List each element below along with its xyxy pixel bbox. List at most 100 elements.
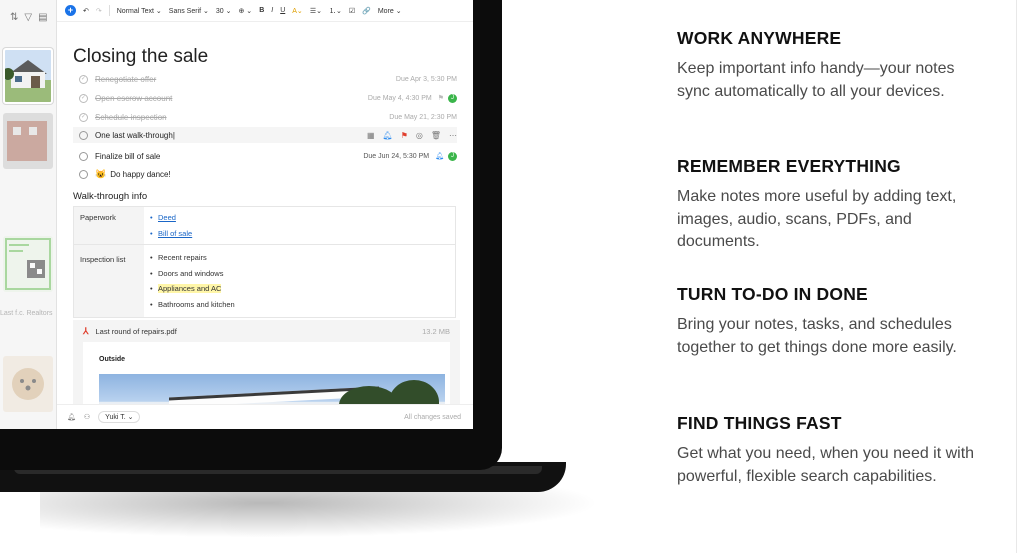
task-item[interactable]: Finalize bill of sale Due Jun 24, 5:30 P… (79, 148, 457, 164)
laptop-shadow (40, 488, 600, 538)
feature-title: FIND THINGS FAST (677, 413, 842, 433)
feature-body: Bring your notes, tasks, and schedules t… (677, 316, 957, 356)
undo-icon[interactable]: ↶ (83, 7, 89, 15)
note-thumbnail-building[interactable] (3, 113, 53, 169)
due-date-icon[interactable]: ▦ (367, 131, 375, 140)
feature-item: TURN TO-DO IN DONE Bring your notes, tas… (677, 284, 977, 359)
building-photo-icon (3, 113, 53, 169)
assignee-avatar[interactable]: J (448, 151, 457, 161)
task-text[interactable]: Do happy dance! (110, 170, 171, 179)
task-checkbox[interactable]: ✓ (79, 93, 88, 103)
dog-photo-icon (3, 356, 53, 412)
editor-toolbar: + ↶ ↷ Normal Text ⌄ Sans Serif ⌄ 30 ⌄ ⊕ … (57, 0, 473, 22)
task-item[interactable]: ✓ Open escrow account Due May 4, 4:30 PM… (79, 90, 457, 106)
task-text[interactable]: One last walk-through (95, 131, 173, 140)
task-due-date: Due May 4, 4:30 PM (367, 94, 432, 102)
laptop-screen: ⇅ ▽ ▤ Last f.c. Realtors + ↶ ↷ Normal Te… (0, 0, 473, 429)
attachment-header: ⅄ Last round of repairs.pdf 13.2 MB (73, 320, 460, 343)
task-due-date: Due Jun 24, 5:30 PM (363, 152, 430, 160)
task-checkbox[interactable] (79, 130, 88, 140)
list-item-highlighted: Appliances and AC (150, 281, 235, 297)
task-item[interactable]: ✓ Renegotiate offer Due Apr 3, 5:30 PM (79, 71, 457, 87)
redo-icon[interactable]: ↷ (96, 7, 102, 15)
table-row: Paperwork Deed Bill of sale (74, 207, 455, 244)
bill-of-sale-link[interactable]: Bill of sale (150, 226, 192, 242)
bullet-list-icon[interactable]: ☰⌄ (310, 7, 322, 15)
task-due-date: Due May 21, 2:30 PM (389, 113, 457, 121)
checklist-icon[interactable]: ☑ (349, 7, 355, 15)
feature-item: REMEMBER EVERYTHING Make notes more usef… (677, 156, 977, 254)
feature-body: Get what you need, when you need it with… (677, 445, 975, 485)
more-dropdown[interactable]: More ⌄ (378, 7, 402, 15)
task-text[interactable]: Schedule inspection (95, 113, 167, 122)
task-due-date: Due Apr 3, 5:30 PM (395, 75, 457, 83)
font-size-dropdown[interactable]: 30 ⌄ (216, 7, 232, 15)
pdf-page-caption: Outside (99, 356, 126, 363)
table-row-key: Paperwork (74, 207, 144, 244)
list-item: Bathrooms and kitchen (150, 297, 235, 313)
text-cursor: | (172, 130, 175, 140)
task-checkbox[interactable]: ✓ (79, 112, 88, 122)
task-item[interactable]: 😺 Do happy dance! (79, 166, 457, 182)
table-row-key: Inspection list (74, 245, 144, 317)
attachment-size: 13.2 MB (422, 327, 450, 336)
sidebar-note-caption: Last f.c. Realtors (0, 310, 53, 317)
flag-icon[interactable]: ⚑ (401, 131, 408, 140)
list-item: Doors and windows (150, 266, 235, 282)
task-text[interactable]: Finalize bill of sale (95, 152, 160, 161)
attachment-name[interactable]: Last round of repairs.pdf (96, 327, 177, 336)
sort-icon[interactable]: ⇅ (10, 12, 18, 23)
user-chip[interactable]: Yuki T. ⌄ (98, 411, 141, 423)
text-style-dropdown[interactable]: Normal Text ⌄ (117, 7, 162, 15)
delete-icon[interactable]: 🗑︎ (431, 131, 441, 140)
pdf-attachment[interactable]: ⅄ Last round of repairs.pdf 13.2 MB Outs… (73, 320, 460, 404)
view-options-icon[interactable]: ▤ (38, 12, 47, 23)
task-checkbox[interactable] (79, 151, 88, 161)
insert-menu-icon[interactable]: ⊕ ⌄ (239, 7, 253, 15)
qr-ticket-icon (3, 236, 53, 292)
house-photo-icon (5, 50, 51, 102)
feature-item: FIND THINGS FAST Get what you need, when… (677, 413, 977, 488)
reminder-bell-icon[interactable]: 🔔︎ (383, 131, 393, 140)
link-icon[interactable]: 🔗 (362, 7, 371, 15)
section-heading: Walk-through info (73, 191, 148, 202)
note-thumbnail-dog[interactable] (3, 356, 53, 412)
assignee-avatar[interactable]: J (448, 93, 457, 103)
task-text[interactable]: Renegotiate offer (95, 75, 156, 84)
italic-button[interactable]: I (271, 7, 273, 14)
reminder-bell-icon[interactable]: 🔔︎ (435, 152, 444, 160)
note-thumbnail-house[interactable] (3, 48, 53, 104)
pdf-preview[interactable]: Outside (83, 342, 450, 404)
task-item-active[interactable]: One last walk-through | ▦ 🔔︎ ⚑ ◎ 🗑︎ ⋯ (73, 127, 457, 143)
task-item[interactable]: ✓ Schedule inspection Due May 21, 2:30 P… (79, 109, 457, 125)
task-checkbox[interactable]: ✓ (79, 74, 88, 84)
feature-body: Make notes more useful by adding text, i… (677, 188, 957, 250)
task-text[interactable]: Open escrow account (95, 94, 172, 103)
assign-icon[interactable]: ◎ (416, 131, 423, 140)
house-exterior-photo (99, 374, 445, 404)
note-title[interactable]: Closing the sale (73, 46, 208, 68)
sidebar-toolbar: ⇅ ▽ ▤ (0, 0, 56, 23)
reminder-icon[interactable]: 🔔︎ (67, 413, 76, 421)
note-thumbnail-ticket[interactable] (3, 236, 53, 292)
highlighted-text: Appliances and AC (158, 284, 222, 293)
cat-emoji-icon: 😺 (95, 168, 107, 179)
insert-plus-icon[interactable]: + (65, 5, 76, 16)
share-icon[interactable]: ⚇ (84, 413, 90, 421)
deed-link[interactable]: Deed (150, 210, 192, 226)
filter-icon[interactable]: ▽ (24, 12, 32, 23)
more-options-icon[interactable]: ⋯ (449, 131, 457, 140)
pdf-icon: ⅄ (83, 326, 89, 336)
font-dropdown[interactable]: Sans Serif ⌄ (169, 7, 209, 15)
feature-title: WORK ANYWHERE (677, 28, 842, 48)
note-footer: 🔔︎ ⚇ Yuki T. ⌄ All changes saved (57, 404, 473, 429)
bold-button[interactable]: B (259, 7, 264, 14)
table-row: Inspection list Recent repairs Doors and… (74, 244, 455, 317)
task-checkbox[interactable] (79, 169, 88, 179)
note-editor[interactable]: Closing the sale ✓ Renegotiate offer Due… (57, 22, 473, 404)
numbered-list-icon[interactable]: ⒈⌄ (329, 6, 342, 16)
list-item: Recent repairs (150, 250, 235, 266)
highlight-icon[interactable]: A⌄ (292, 7, 303, 15)
underline-button[interactable]: U (280, 7, 285, 14)
reminder-icon[interactable]: ⚑ (438, 94, 444, 102)
